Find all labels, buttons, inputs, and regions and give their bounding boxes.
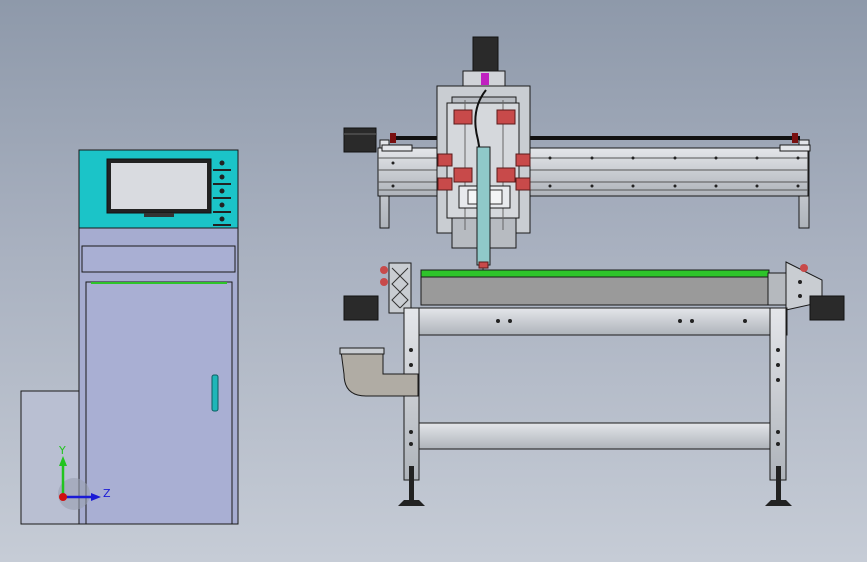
z-motor[interactable]	[472, 36, 499, 72]
door-handle[interactable]	[211, 374, 219, 412]
spindle[interactable]	[476, 146, 491, 266]
y-motor-left[interactable]	[343, 295, 379, 321]
frame-lower-rail	[418, 422, 771, 450]
bed-surface	[420, 269, 770, 278]
control-cabinet[interactable]	[20, 149, 239, 525]
triad-z-label: Z	[103, 487, 111, 500]
frame-leg-right	[769, 307, 787, 481]
leveling-feet	[398, 466, 792, 506]
frame-top-rail	[403, 307, 788, 336]
cad-drawing[interactable]: Y Z	[0, 0, 867, 562]
triad-y-label: Y	[58, 444, 66, 457]
cable-chain-left	[388, 262, 412, 314]
monitor-stand	[144, 213, 174, 217]
monitor-screen[interactable]	[111, 163, 207, 209]
x-motor-left[interactable]	[343, 127, 377, 153]
bed-body	[420, 276, 770, 306]
y-motor-right[interactable]	[809, 295, 845, 321]
cabinet-drawer[interactable]	[81, 245, 236, 273]
model-viewport[interactable]: Y Z	[0, 0, 867, 562]
cnc-machine[interactable]	[339, 36, 845, 506]
z-motor-shaft	[481, 73, 489, 85]
